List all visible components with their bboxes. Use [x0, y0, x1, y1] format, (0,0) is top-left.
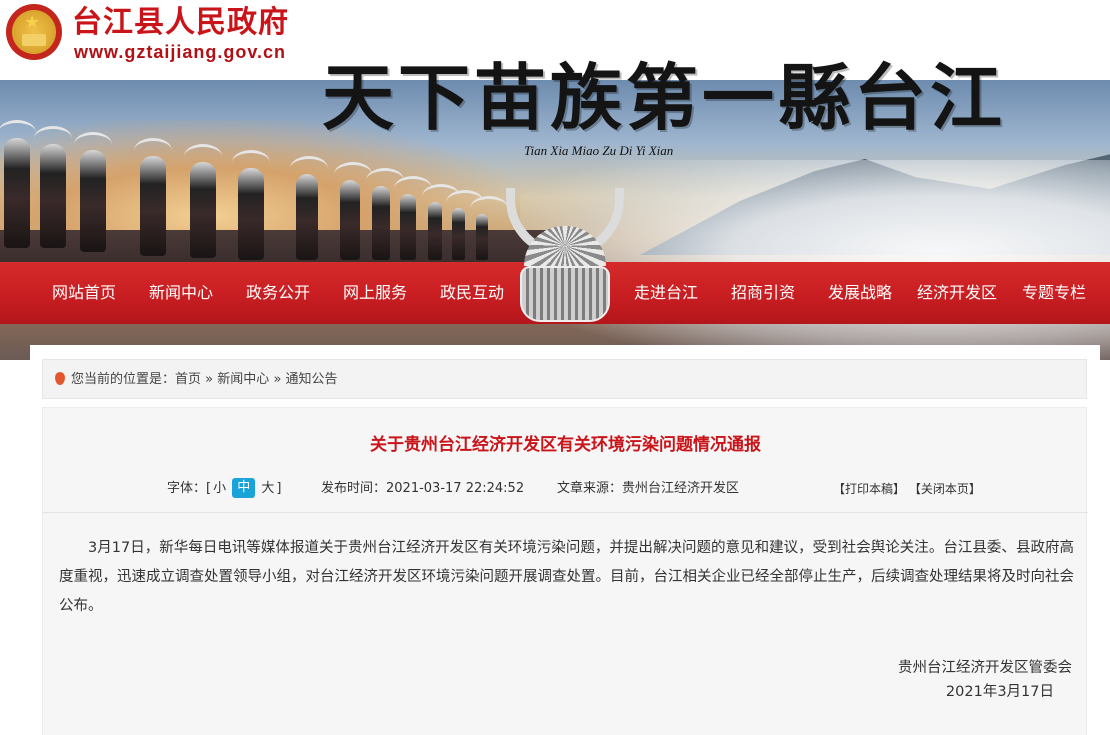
nav-item-online-service[interactable]: 网上服务 [343, 262, 407, 324]
nav-item-dev-zone[interactable]: 经济开发区 [917, 262, 997, 324]
site-url[interactable]: www.gztaijiang.gov.cn [74, 42, 286, 63]
breadcrumb-news[interactable]: 新闻中心 [217, 372, 269, 387]
slogan-pinyin: Tian Xia Miao Zu Di Yi Xian [524, 143, 674, 158]
source-label: 文章来源： [557, 481, 623, 496]
divider [43, 512, 1088, 513]
breadcrumb-separator: » [273, 372, 282, 387]
nav-item-gov-affairs[interactable]: 政务公开 [246, 262, 310, 324]
font-size-close: ] [276, 481, 282, 496]
font-size-label: 字体：[ [167, 481, 212, 496]
article-signature: 贵州台江经济开发区管委会 [898, 660, 1072, 676]
location-pin-icon [55, 372, 65, 385]
silver-headdress-icon [506, 188, 624, 328]
close-page-button[interactable]: 【关闭本页】 [909, 482, 981, 496]
site-name[interactable]: 台江县人民政府 [72, 6, 289, 40]
article-meta: 字体：[小 中 大] 发布时间：2021-03-17 22:24:52 文章来源… [43, 474, 1088, 504]
article-title: 关于贵州台江经济开发区有关环境污染问题情况通报 [370, 435, 761, 455]
font-size-large-button[interactable]: 大 [259, 474, 276, 504]
font-size-medium-button[interactable]: 中 [232, 478, 256, 498]
dancer-figure [366, 168, 404, 260]
print-button[interactable]: 【打印本稿】 [833, 482, 905, 496]
breadcrumb-notices[interactable]: 通知公告 [286, 372, 338, 387]
nav-item-interaction[interactable]: 政民互动 [440, 262, 504, 324]
publish-time-value: 2021-03-17 22:24:52 [386, 481, 525, 496]
nav-item-special-topics[interactable]: 专题专栏 [1022, 262, 1086, 324]
font-size-switcher: 字体：[小 中 大] [167, 474, 281, 504]
dancer-figure [232, 150, 270, 260]
article-signature-block: 贵州台江经济开发区管委会 2021年3月17日 [898, 656, 1072, 704]
nav-item-strategy[interactable]: 发展战略 [828, 262, 892, 324]
font-size-small-button[interactable]: 小 [211, 474, 228, 504]
nav-item-news[interactable]: 新闻中心 [149, 262, 213, 324]
dancer-figure [470, 196, 508, 260]
dancer-figure [394, 176, 432, 260]
nav-item-investment[interactable]: 招商引资 [731, 262, 795, 324]
article-tools: 【打印本稿】 【关闭本页】 [833, 474, 981, 504]
article-body: 3月17日，新华每日电讯等媒体报道关于贵州台江经济开发区有关环境污染问题，并提出… [59, 540, 1074, 614]
article-sign-date: 2021年3月17日 [945, 684, 1054, 700]
dancer-figure [184, 144, 222, 258]
slogan-calligraphy: 天下苗族第一縣台江 [322, 55, 1007, 140]
dancer-figure [0, 120, 36, 248]
breadcrumb-home[interactable]: 首页 [175, 372, 201, 387]
breadcrumb-separator: » [205, 372, 214, 387]
dancer-figure [34, 126, 72, 248]
national-emblem-icon[interactable]: ★ [6, 4, 62, 60]
source-value: 贵州台江经济开发区 [622, 481, 740, 496]
breadcrumb-prefix: 您当前的位置是： [71, 372, 176, 387]
dancer-figure [446, 190, 484, 260]
publish-time-label: 发布时间： [321, 481, 387, 496]
article-source: 文章来源：贵州台江经济开发区 [557, 474, 739, 504]
content-area: 您当前的位置是：首页 » 新闻中心 » 通知公告 关于贵州台江经济开发区有关环境… [30, 345, 1100, 735]
dancer-figure [74, 132, 112, 252]
dancer-figure [334, 162, 372, 260]
publish-time: 发布时间：2021-03-17 22:24:52 [321, 474, 524, 504]
page: ★ 台江县人民政府 www.gztaijiang.gov.cn 天下苗族第一縣台… [0, 0, 1110, 735]
dancer-figure [134, 138, 172, 256]
breadcrumb: 您当前的位置是：首页 » 新闻中心 » 通知公告 [42, 359, 1087, 399]
dancer-figure [290, 156, 328, 260]
article: 关于贵州台江经济开发区有关环境污染问题情况通报 字体：[小 中 大] 发布时间：… [42, 407, 1088, 735]
nav-item-home[interactable]: 网站首页 [52, 262, 116, 324]
nav-item-about-taijiang[interactable]: 走进台江 [634, 262, 698, 324]
dancer-figure [422, 184, 460, 260]
